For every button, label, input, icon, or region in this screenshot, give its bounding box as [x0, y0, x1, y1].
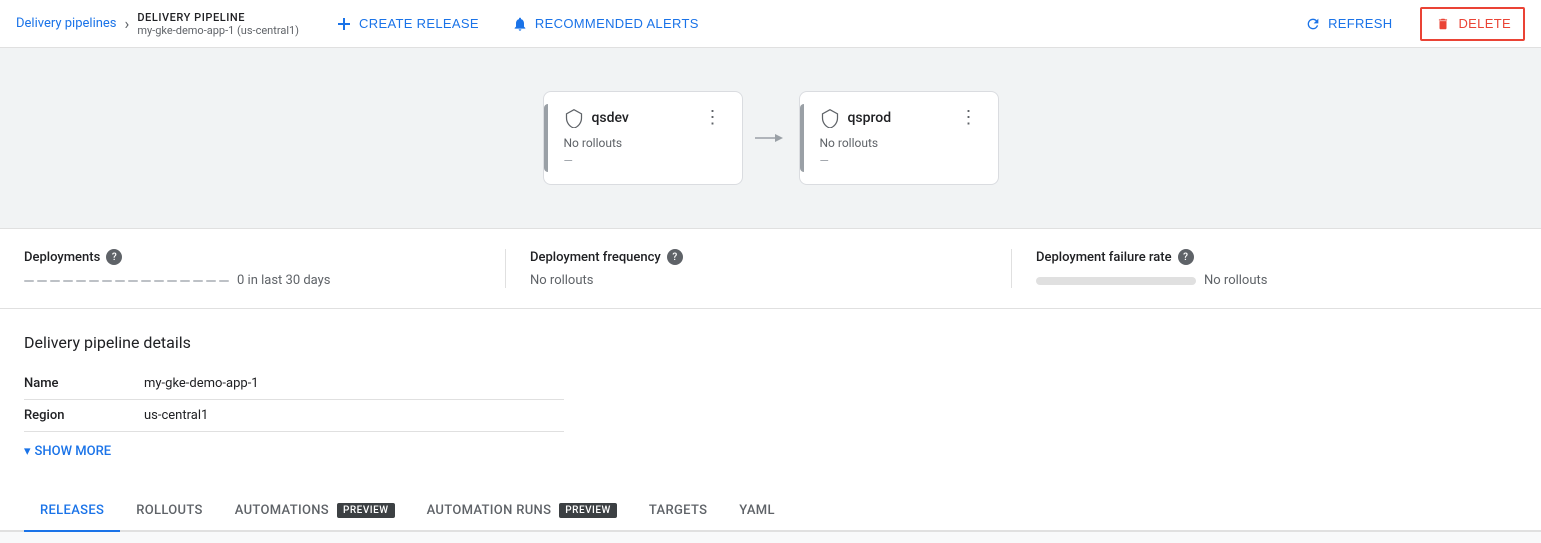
recommended-alerts-button[interactable]: RECOMMENDED ALERTS: [499, 9, 711, 39]
stat-deployments-value: 0 in last 30 days: [24, 273, 481, 288]
refresh-icon: [1304, 15, 1322, 33]
stage-name-qsprod: qsprod: [848, 110, 892, 126]
failure-help-icon[interactable]: ?: [1178, 249, 1194, 265]
breadcrumb-current: DELIVERY PIPELINE my-gke-demo-app-1 (us-…: [137, 11, 299, 37]
shield-icon-2: [820, 108, 840, 128]
tab-yaml[interactable]: YAML: [723, 491, 791, 532]
stat-frequency-label: Deployment frequency ?: [530, 249, 987, 265]
tab-targets[interactable]: TARGETS: [633, 491, 723, 532]
delete-button[interactable]: DELETE: [1420, 7, 1525, 41]
stage-card-qsdev: qsdev ⋮ No rollouts —: [543, 91, 743, 185]
create-release-button[interactable]: CREATE RELEASE: [323, 9, 491, 39]
stage-card-header-2: qsprod ⋮: [820, 108, 978, 128]
details-section: Delivery pipeline details Name my-gke-de…: [0, 309, 1541, 491]
tab-rollouts[interactable]: ROLLOUTS: [120, 491, 219, 532]
frequency-help-icon[interactable]: ?: [667, 249, 683, 265]
stage-card-header: qsdev ⋮: [564, 108, 722, 128]
deployments-dashes: [24, 280, 229, 282]
refresh-button[interactable]: REFRESH: [1292, 9, 1404, 39]
stage-left-bar: [544, 104, 548, 172]
stage-menu-qsprod[interactable]: ⋮: [960, 109, 978, 127]
pipeline-diagram: qsdev ⋮ No rollouts — qsprod ⋮: [543, 91, 999, 185]
breadcrumb: Delivery pipelines › DELIVERY PIPELINE m…: [16, 11, 299, 37]
chevron-down-icon: ▾: [24, 444, 31, 459]
stage-card-qsprod: qsprod ⋮ No rollouts —: [799, 91, 999, 185]
header-actions: CREATE RELEASE RECOMMENDED ALERTS: [323, 9, 711, 39]
details-table: Name my-gke-demo-app-1 Region us-central…: [24, 368, 564, 432]
stage-status-qsprod: No rollouts: [820, 136, 978, 150]
show-more-button[interactable]: ▾ SHOW MORE: [24, 444, 1517, 459]
field-name-label: Name: [24, 368, 144, 400]
stage-detail-qsdev: —: [564, 154, 722, 168]
stage-status-qsdev: No rollouts: [564, 136, 722, 150]
stat-failure-value: No rollouts: [1036, 273, 1493, 288]
plus-icon: [335, 15, 353, 33]
stage-menu-qsdev[interactable]: ⋮: [704, 109, 722, 127]
table-row: Region us-central1: [24, 400, 564, 432]
stage-left-bar-2: [800, 104, 804, 172]
tabs-bar: RELEASES ROLLOUTS AUTOMATIONS PREVIEW AU…: [0, 491, 1541, 532]
stage-title-wrap-2: qsprod: [820, 108, 892, 128]
stage-title-wrap: qsdev: [564, 108, 629, 128]
stat-deployments: Deployments ? 0 in l: [24, 249, 506, 288]
pipeline-area: qsdev ⋮ No rollouts — qsprod ⋮: [0, 48, 1541, 228]
tab-releases[interactable]: RELEASES: [24, 491, 120, 532]
field-region-value: us-central1: [144, 400, 564, 432]
trash-icon: [1434, 15, 1452, 33]
pipeline-arrow-icon: [743, 130, 799, 146]
field-name-value: my-gke-demo-app-1: [144, 368, 564, 400]
stat-frequency-value: No rollouts: [530, 273, 987, 288]
breadcrumb-link[interactable]: Delivery pipelines: [16, 16, 117, 31]
tab-automation-runs[interactable]: AUTOMATION RUNS PREVIEW: [411, 491, 633, 532]
deployments-help-icon[interactable]: ?: [106, 249, 122, 265]
stage-detail-qsprod: —: [820, 154, 978, 168]
stage-name-qsdev: qsdev: [592, 110, 629, 126]
stat-failure-label: Deployment failure rate ?: [1036, 249, 1493, 265]
field-region-label: Region: [24, 400, 144, 432]
stats-bar: Deployments ? 0 in l: [0, 228, 1541, 309]
bell-icon: [511, 15, 529, 33]
pipeline-type-label: DELIVERY PIPELINE: [137, 11, 299, 24]
stat-deployments-label: Deployments ?: [24, 249, 481, 265]
breadcrumb-arrow-icon: ›: [125, 14, 130, 33]
automations-preview-badge: PREVIEW: [337, 503, 395, 518]
table-row: Name my-gke-demo-app-1: [24, 368, 564, 400]
stat-frequency: Deployment frequency ? No rollouts: [530, 249, 1012, 288]
automation-runs-preview-badge: PREVIEW: [559, 503, 617, 518]
shield-icon: [564, 108, 584, 128]
stat-failure-rate: Deployment failure rate ? No rollouts: [1036, 249, 1517, 288]
header-bar: Delivery pipelines › DELIVERY PIPELINE m…: [0, 0, 1541, 48]
details-title: Delivery pipeline details: [24, 333, 1517, 352]
pipeline-name-label: my-gke-demo-app-1 (us-central1): [137, 24, 299, 37]
tab-automations[interactable]: AUTOMATIONS PREVIEW: [219, 491, 411, 532]
failure-bar-bg: [1036, 277, 1196, 285]
